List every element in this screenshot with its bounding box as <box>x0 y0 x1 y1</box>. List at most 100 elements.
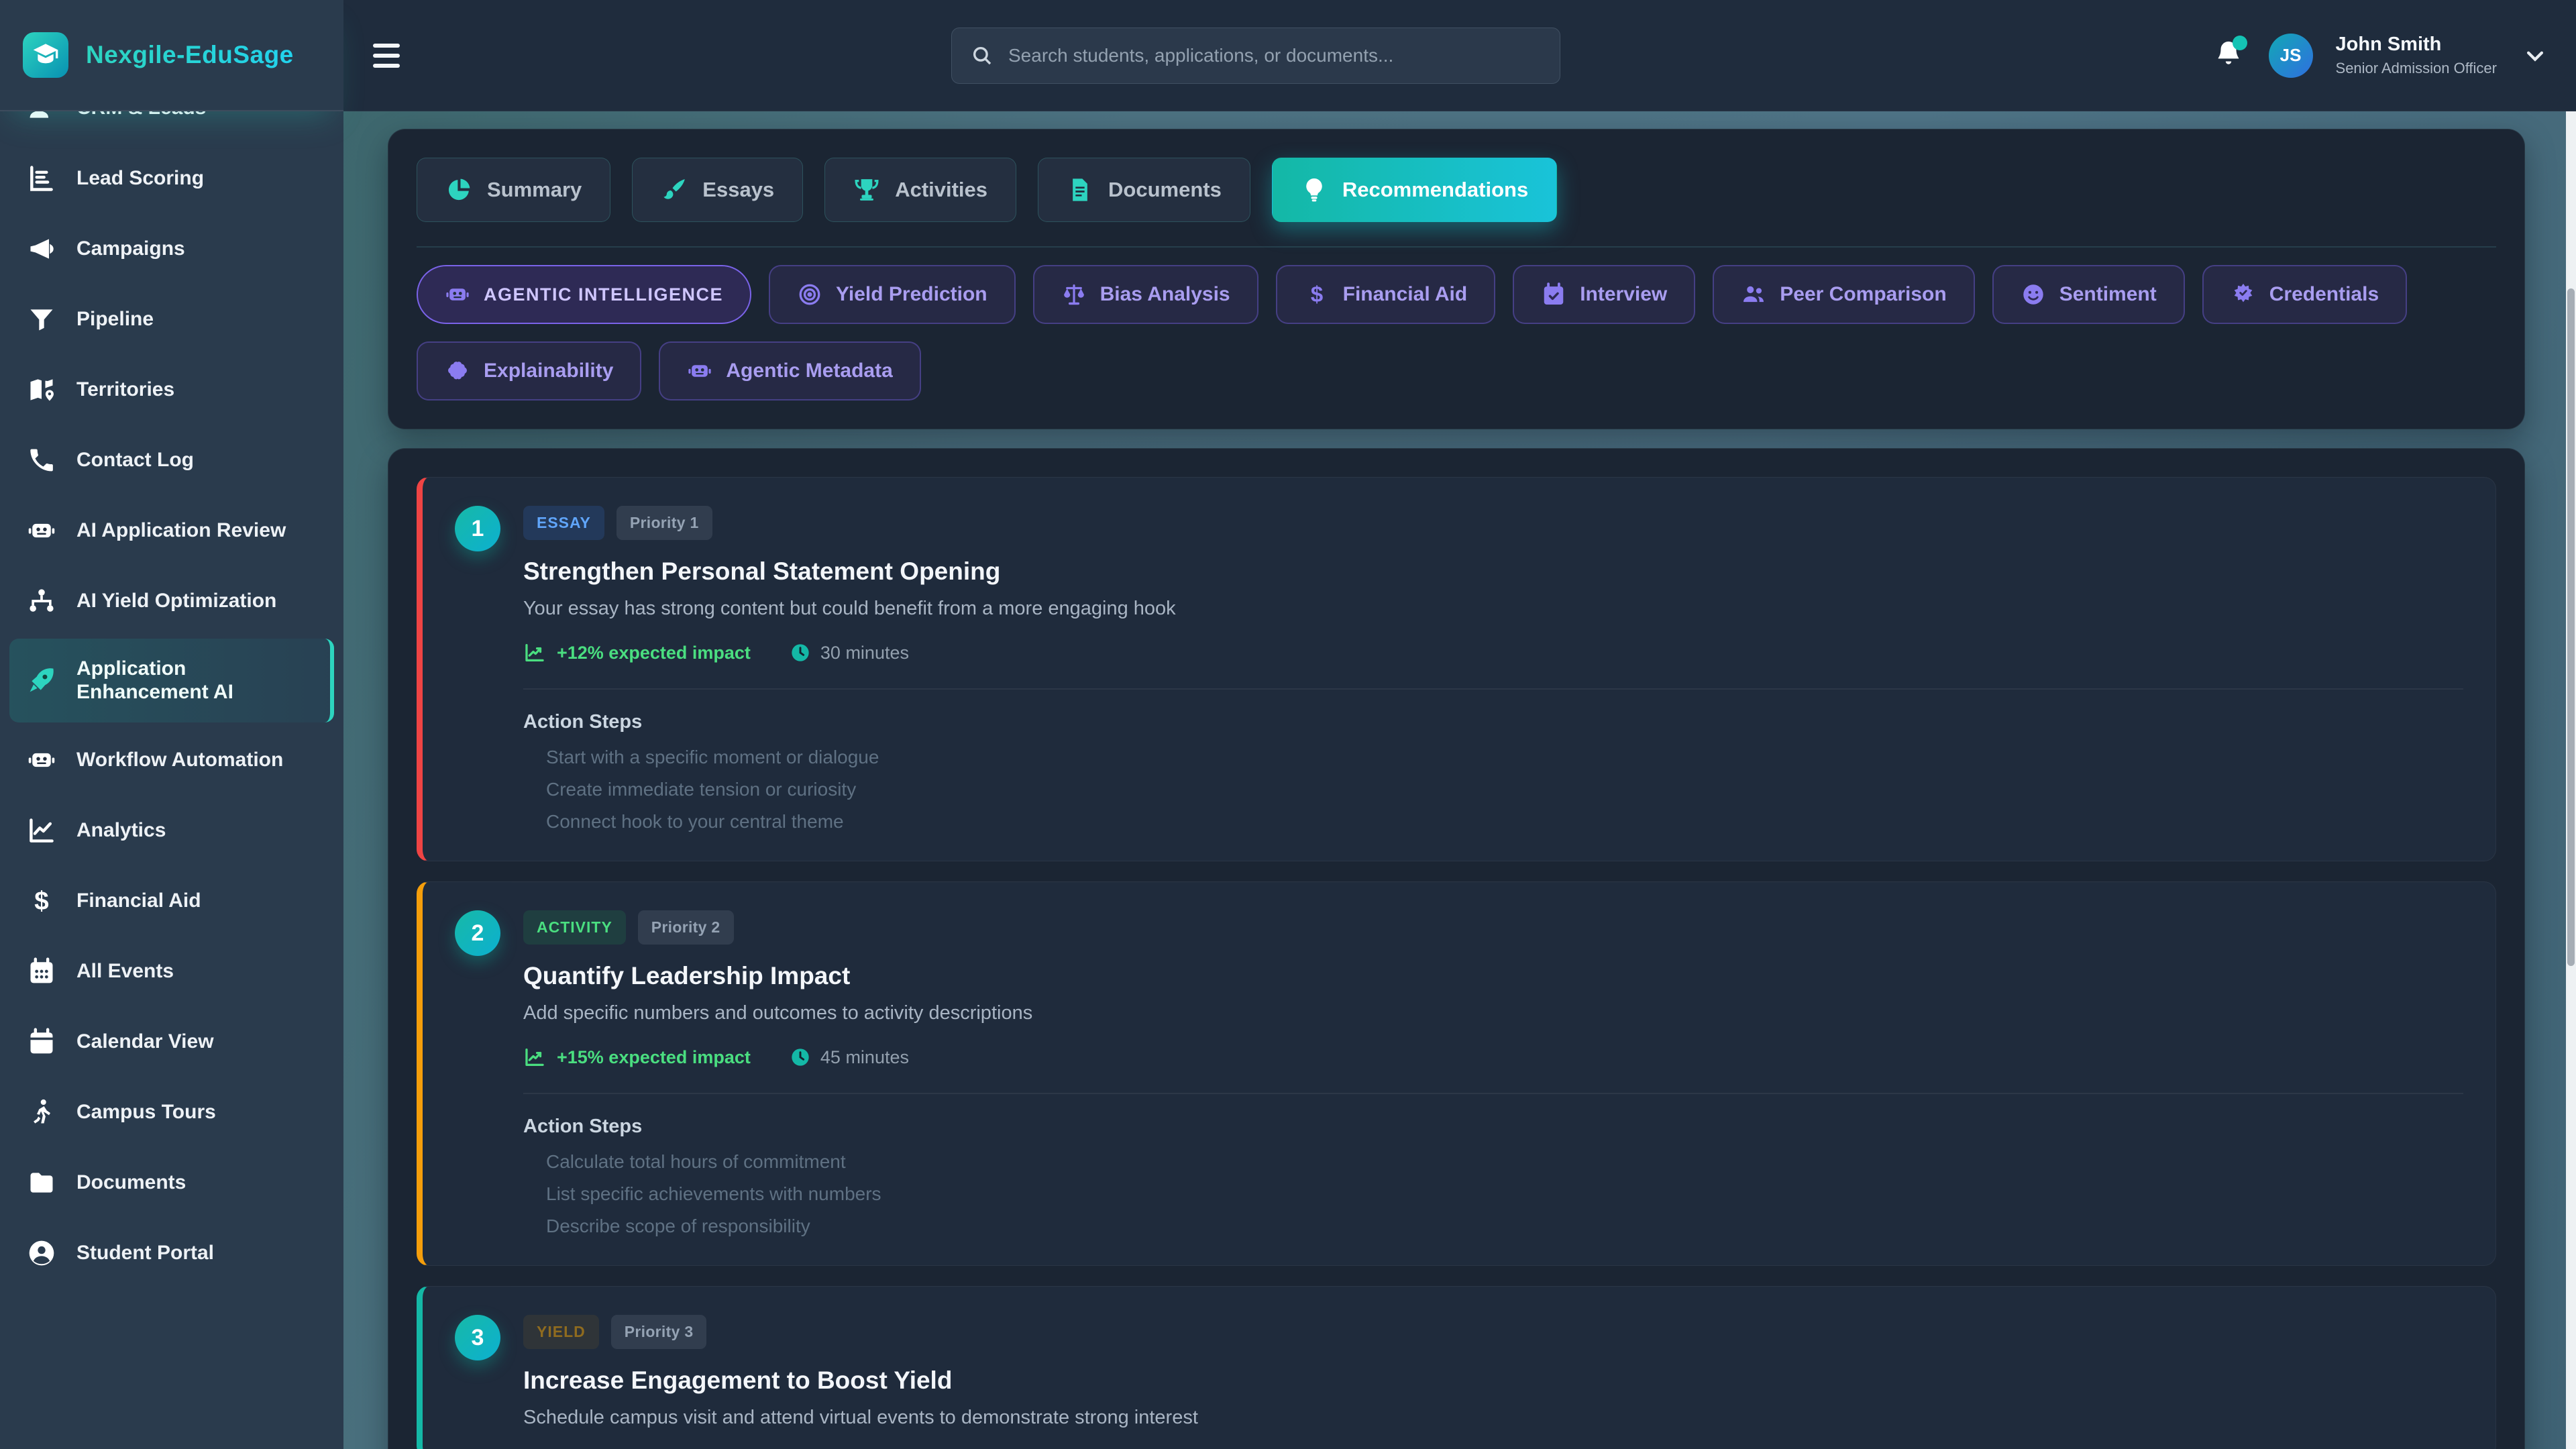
tab-documents[interactable]: Documents <box>1038 158 1250 222</box>
category-badge: YIELD <box>523 1315 599 1349</box>
notifications-button[interactable] <box>2211 38 2246 73</box>
recommendation-title: Increase Engagement to Boost Yield <box>523 1366 2463 1395</box>
recommendation-rank-badge: 1 <box>455 506 500 551</box>
app-logo-icon <box>23 32 68 78</box>
tab-label: Documents <box>1108 178 1222 202</box>
sidebar-item-application-enhancement-ai[interactable]: Application Enhancement AI <box>9 639 334 722</box>
page-scrollbar[interactable] <box>2566 111 2576 1449</box>
sidebar-item-label: Workflow Automation <box>76 748 283 771</box>
meta-row: +12% expected impact 30 minutes <box>523 641 2463 664</box>
phone-icon <box>27 445 56 475</box>
recommendations-panel: 1 ESSAY Priority 1 Strengthen Personal S… <box>388 448 2525 1449</box>
sidebar-item-financial-aid[interactable]: $Financial Aid <box>9 868 334 934</box>
sidebar-item-ai-yield-optimization[interactable]: AI Yield Optimization <box>9 568 334 634</box>
tab-recommendations[interactable]: Recommendations <box>1272 158 1557 222</box>
megaphone-icon <box>27 234 56 264</box>
robot-icon <box>27 745 56 775</box>
user-plus-icon <box>27 111 56 123</box>
tab-label: Essays <box>702 178 774 202</box>
svg-text:$: $ <box>1310 282 1323 307</box>
sidebar-item-label: Application Enhancement AI <box>76 657 313 704</box>
scrollbar-thumb[interactable] <box>2567 288 2575 966</box>
sidebar-item-label: Documents <box>76 1171 186 1194</box>
tab-essays[interactable]: Essays <box>632 158 803 222</box>
action-steps-list: Calculate total hours of commitmentList … <box>523 1151 2463 1237</box>
analysis-tab-label: Interview <box>1580 283 1667 306</box>
sidebar-item-label: Student Portal <box>76 1241 214 1265</box>
priority-badge: Priority 3 <box>611 1315 707 1349</box>
sidebar-item-territories[interactable]: Territories <box>9 357 334 423</box>
user-role: Senior Admission Officer <box>2336 60 2497 77</box>
analysis-tab-explainability[interactable]: Explainability <box>417 341 641 400</box>
sidebar-item-contact-log[interactable]: Contact Log <box>9 427 334 493</box>
pie-icon <box>445 176 472 203</box>
recommendation-body: ACTIVITY Priority 2 Quantify Leadership … <box>523 910 2463 1237</box>
action-steps-label: Action Steps <box>523 1116 2463 1138</box>
analysis-tab-agentic-metadata[interactable]: Agentic Metadata <box>659 341 920 400</box>
expected-impact: +12% expected impact <box>523 641 751 664</box>
trophy-icon <box>853 176 880 203</box>
sidebar-item-label: Lead Scoring <box>76 166 204 190</box>
sidebar-item-campaigns[interactable]: Campaigns <box>9 216 334 282</box>
search-icon <box>971 44 994 67</box>
recommendation-rank-badge: 3 <box>455 1315 500 1360</box>
sidebar-item-campus-tours[interactable]: Campus Tours <box>9 1079 334 1145</box>
tab-summary[interactable]: Summary <box>417 158 610 222</box>
notification-dot <box>2233 36 2247 50</box>
recommendation-description: Add specific numbers and outcomes to act… <box>523 1002 2463 1024</box>
scale-icon <box>1061 282 1087 307</box>
sidebar-item-student-portal[interactable]: Student Portal <box>9 1220 334 1286</box>
menu-toggle-button[interactable] <box>373 41 407 70</box>
analysis-tab-credentials[interactable]: Credentials <box>2202 265 2407 324</box>
analysis-tab-bias-analysis[interactable]: Bias Analysis <box>1033 265 1258 324</box>
analysis-tab-peer-comparison[interactable]: Peer Comparison <box>1713 265 1974 324</box>
hierarchy-icon <box>27 586 56 616</box>
trend-up-icon <box>523 641 546 664</box>
sidebar-item-documents[interactable]: Documents <box>9 1150 334 1216</box>
robot-icon <box>27 516 56 545</box>
sidebar-item-ai-application-review[interactable]: AI Application Review <box>9 498 334 564</box>
search-bar[interactable] <box>951 28 1560 84</box>
burst-icon <box>2231 282 2256 307</box>
search-input[interactable] <box>1008 45 1541 66</box>
sidebar-item-pipeline[interactable]: Pipeline <box>9 286 334 352</box>
card-divider <box>523 1093 2463 1094</box>
main-content: Summary Essays Activities Documents Recommen… <box>343 111 2576 1449</box>
analysis-tab-sentiment[interactable]: Sentiment <box>1992 265 2185 324</box>
analysis-tab-yield-prediction[interactable]: Yield Prediction <box>769 265 1016 324</box>
sidebar-item-calendar-view[interactable]: Calendar View <box>9 1009 334 1075</box>
badge-row: ACTIVITY Priority 2 <box>523 910 2463 945</box>
line-chart-icon <box>27 816 56 845</box>
sidebar-item-analytics[interactable]: Analytics <box>9 798 334 863</box>
analysis-tab-financial-aid[interactable]: $Financial Aid <box>1276 265 1496 324</box>
time-estimate: 45 minutes <box>790 1046 909 1068</box>
header: JS John Smith Senior Admission Officer <box>343 0 2576 111</box>
chevron-down-icon[interactable] <box>2524 44 2546 67</box>
tab-activities[interactable]: Activities <box>824 158 1016 222</box>
folder-icon <box>27 1168 56 1197</box>
user-circle-icon <box>27 1238 56 1268</box>
trend-up-icon <box>523 1046 546 1069</box>
student-tabs: Summary Essays Activities Documents Recommen… <box>417 158 2496 222</box>
sidebar-item-crm-leads[interactable]: CRM & Leads <box>9 111 334 141</box>
recommendation-card-3: 3 YIELD Priority 3 Increase Engagement t… <box>417 1286 2496 1449</box>
time-estimate: 30 minutes <box>790 642 909 663</box>
analysis-tab-interview[interactable]: Interview <box>1513 265 1695 324</box>
recommendation-title: Strengthen Personal Statement Opening <box>523 557 2463 586</box>
rocket-icon <box>27 665 56 695</box>
analysis-tab-agentic-intelligence[interactable]: AGENTIC INTELLIGENCE <box>417 265 751 324</box>
sidebar-item-lead-scoring[interactable]: Lead Scoring <box>9 146 334 211</box>
user-meta: John Smith Senior Admission Officer <box>2336 34 2497 77</box>
action-step: Calculate total hours of commitment <box>523 1151 2463 1173</box>
sidebar-item-all-events[interactable]: All Events <box>9 938 334 1004</box>
tab-label: Summary <box>487 178 582 202</box>
sidebar-item-label: Territories <box>76 378 174 401</box>
analysis-tab-label: Agentic Metadata <box>726 360 892 382</box>
avatar[interactable]: JS <box>2269 34 2313 78</box>
analysis-tab-label: Explainability <box>484 360 613 382</box>
analysis-tab-label: AGENTIC INTELLIGENCE <box>484 284 723 305</box>
right-column: JS John Smith Senior Admission Officer S… <box>343 0 2576 1449</box>
analysis-tab-label: Credentials <box>2269 283 2379 306</box>
action-step: Start with a specific moment or dialogue <box>523 747 2463 768</box>
sidebar-item-workflow-automation[interactable]: Workflow Automation <box>9 727 334 793</box>
